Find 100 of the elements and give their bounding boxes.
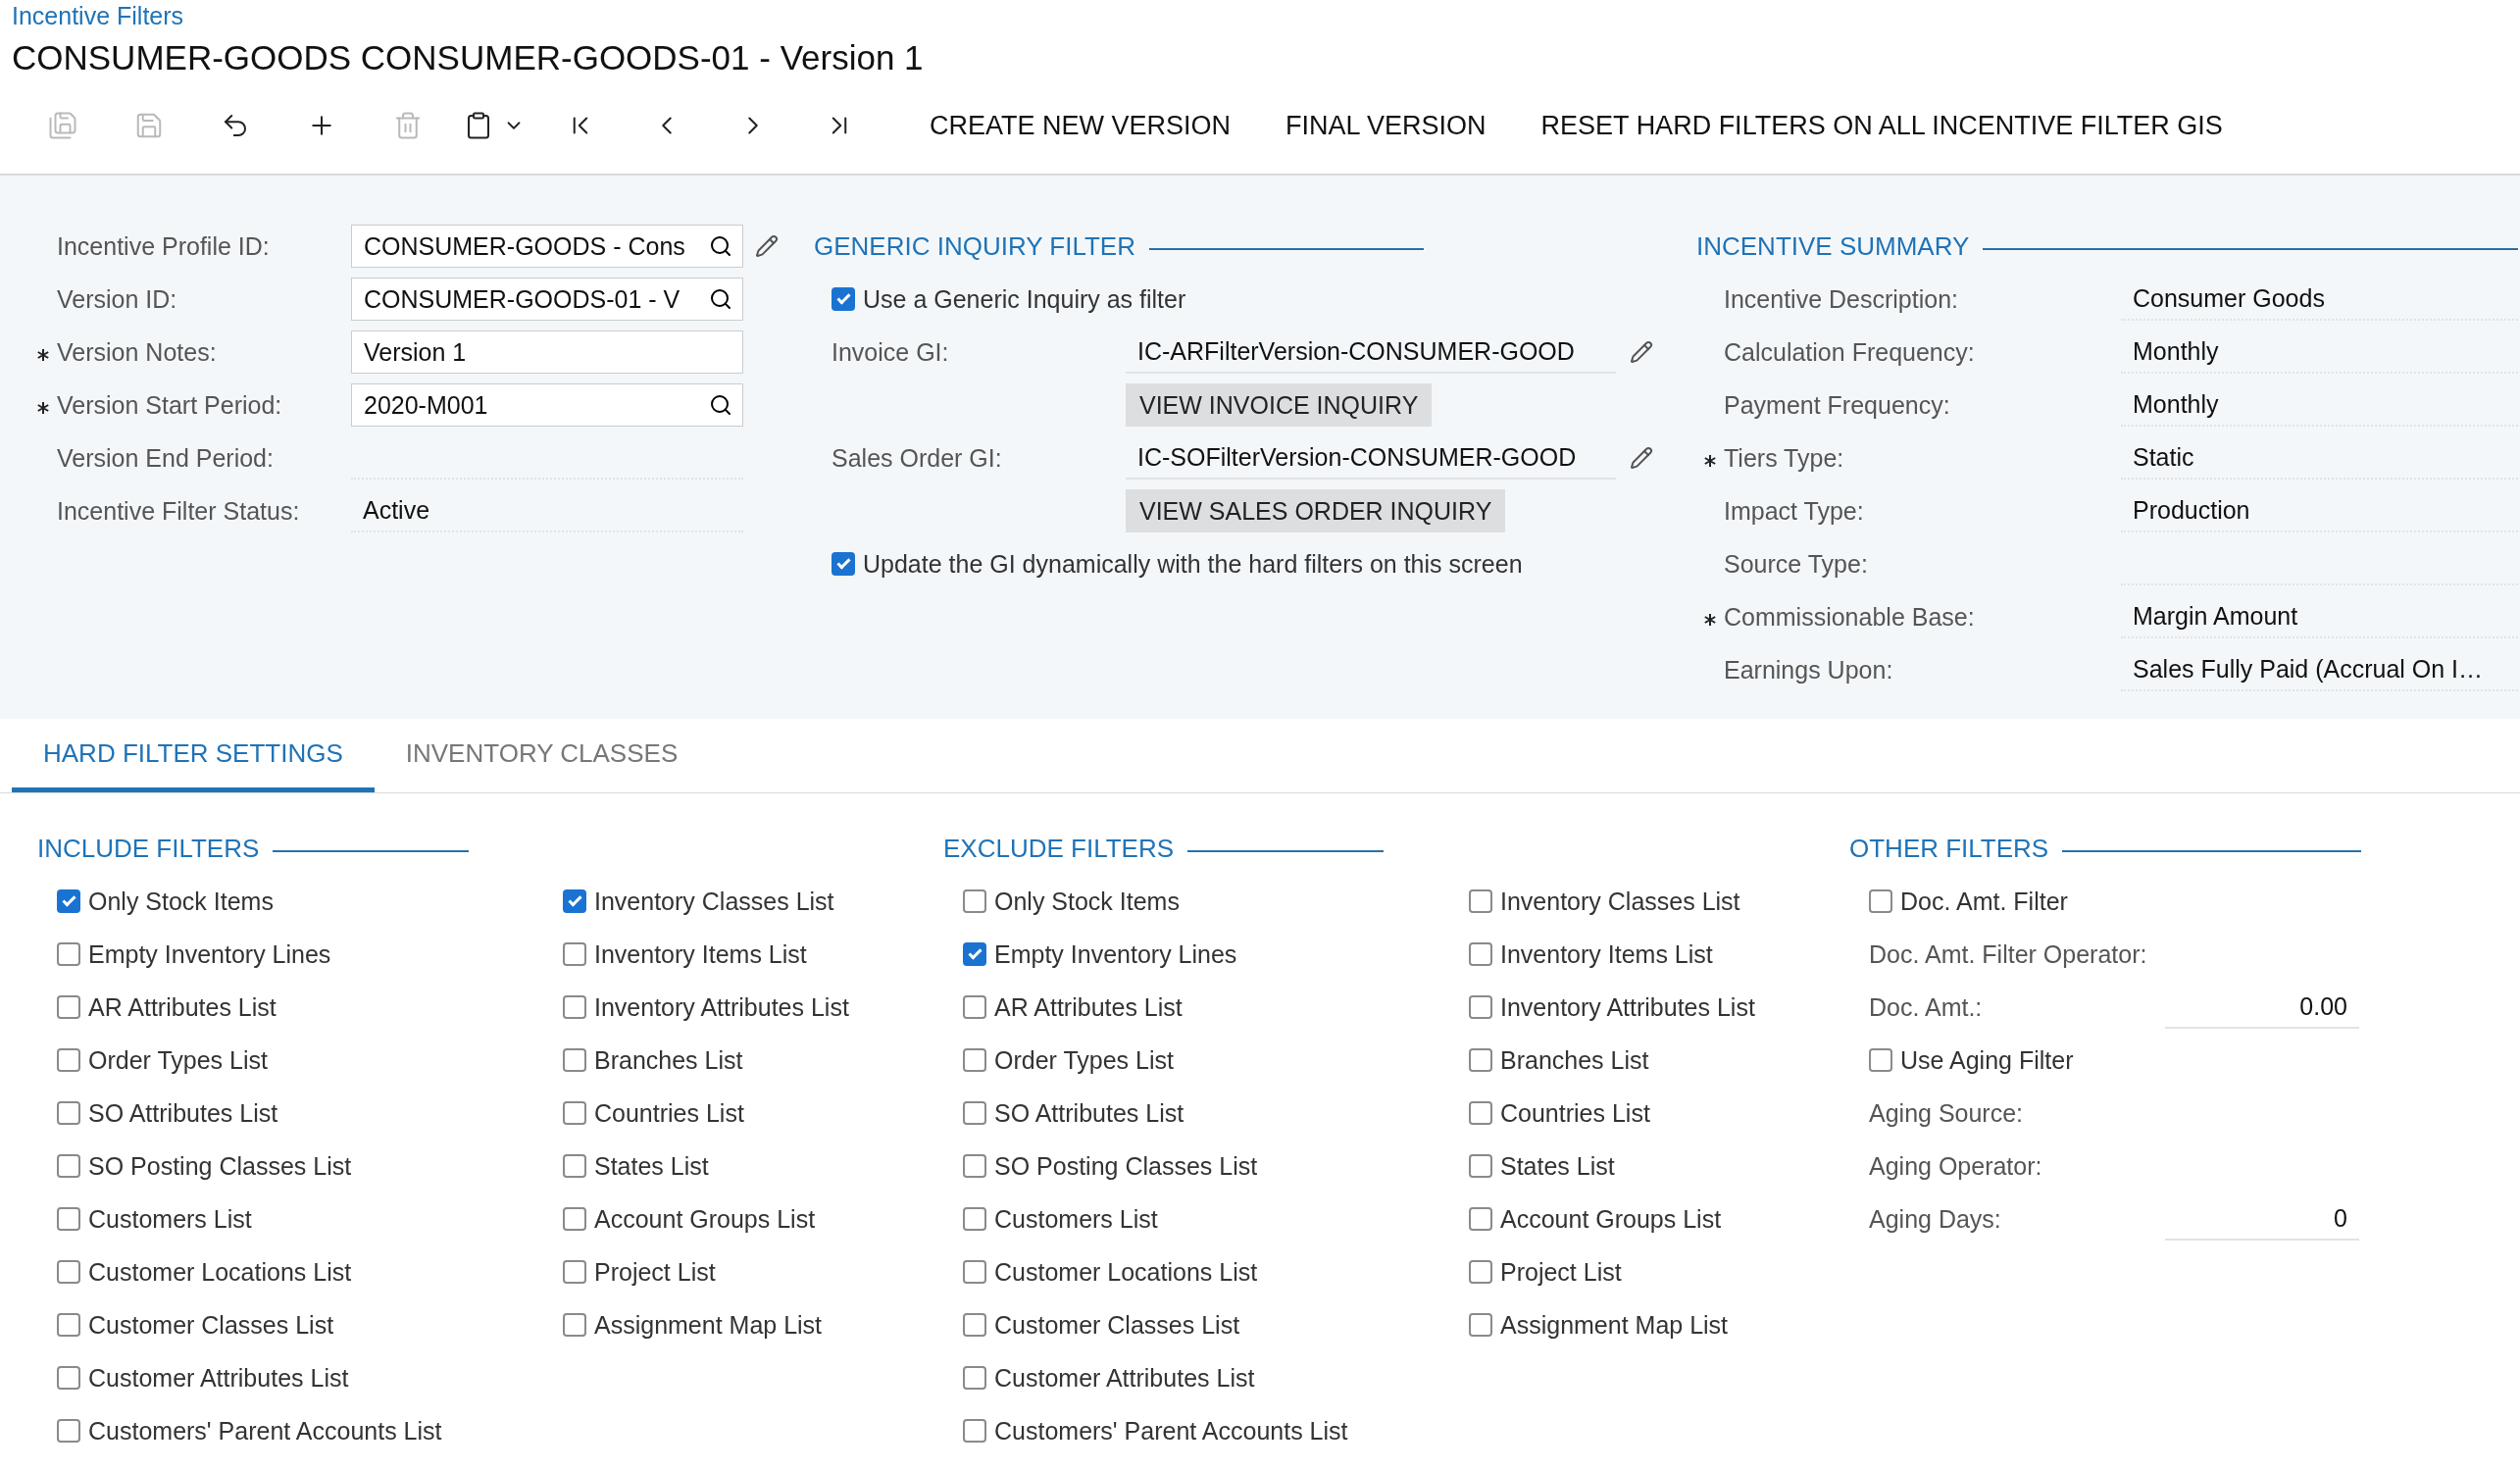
checkbox[interactable] — [963, 1260, 986, 1284]
checkbox-label: Customers List — [88, 1204, 252, 1234]
action-button[interactable]: RESET HARD FILTERS ON ALL INCENTIVE FILTER GIS — [1513, 100, 2250, 151]
action-button[interactable]: CREATE NEW VERSION — [902, 100, 1259, 151]
view-inquiry-button[interactable]: VIEW SALES ORDER INQUIRY — [1126, 489, 1506, 533]
checkbox[interactable] — [57, 1366, 80, 1390]
checkbox-label: Project List — [1500, 1257, 1622, 1287]
checkbox[interactable] — [963, 942, 986, 966]
field-label: Aging Operator: — [1869, 1151, 2043, 1181]
input-field[interactable]: IC-ARFilterVersion-CONSUMER-GOOD — [1126, 330, 1616, 374]
field-value: Static — [2133, 442, 2194, 472]
checkbox[interactable] — [57, 995, 80, 1019]
checkbox-label: Assignment Map List — [1500, 1310, 1729, 1340]
checkbox-label: Empty Inventory Lines — [994, 939, 1237, 969]
checkbox[interactable] — [57, 1313, 80, 1337]
number-field[interactable]: 0.00 — [2165, 986, 2359, 1029]
checkbox[interactable] — [1469, 1048, 1492, 1072]
input-field[interactable]: 2020-M001 — [351, 383, 743, 427]
checkbox-label: Customer Locations List — [994, 1257, 1258, 1287]
checkbox[interactable] — [963, 995, 986, 1019]
checkbox[interactable] — [57, 889, 80, 913]
checkbox[interactable] — [963, 1154, 986, 1178]
checkbox[interactable] — [1469, 1154, 1492, 1178]
search-icon[interactable] — [709, 234, 732, 258]
field-label: Version End Period: — [57, 443, 275, 473]
checkbox-label: Doc. Amt. Filter — [1900, 887, 2068, 916]
checkbox-label: Assignment Map List — [594, 1310, 823, 1340]
checkbox[interactable] — [1469, 1207, 1492, 1231]
checkbox[interactable] — [57, 1101, 80, 1125]
checkbox[interactable] — [963, 889, 986, 913]
checkbox[interactable] — [563, 1207, 586, 1231]
input-field[interactable]: Version 1 — [351, 330, 743, 374]
input-field[interactable]: CONSUMER-GOODS-01 - V — [351, 278, 743, 321]
checkbox[interactable] — [963, 1101, 986, 1125]
search-icon[interactable] — [709, 393, 732, 417]
checkbox[interactable] — [1469, 1260, 1492, 1284]
tab[interactable]: INVENTORY CLASSES — [374, 719, 710, 792]
checkbox[interactable] — [832, 287, 855, 311]
checkbox[interactable] — [57, 942, 80, 966]
checkbox[interactable] — [563, 1154, 586, 1178]
checkbox-label: Customer Locations List — [88, 1257, 352, 1287]
checkbox[interactable] — [563, 1313, 586, 1337]
pencil-icon[interactable] — [1630, 340, 1653, 364]
field-label: Payment Frequency: — [1724, 390, 1951, 420]
checkbox[interactable] — [1869, 889, 1892, 913]
section-title: GENERIC INQUIRY FILTER — [814, 230, 1135, 262]
checkbox[interactable] — [963, 1419, 986, 1443]
checkbox-label: Customer Attributes List — [88, 1363, 349, 1393]
checkbox-label: States List — [594, 1151, 709, 1181]
checkbox-label: Countries List — [1500, 1098, 1650, 1128]
field-label: Sales Order GI: — [832, 443, 1003, 473]
field-label: Calculation Frequency: — [1724, 337, 1976, 367]
field-value: Active — [363, 495, 430, 525]
checkbox[interactable] — [563, 1260, 586, 1284]
checkbox[interactable] — [832, 552, 855, 576]
checkbox[interactable] — [1469, 1101, 1492, 1125]
checkbox[interactable] — [1869, 1048, 1892, 1072]
checkbox[interactable] — [57, 1260, 80, 1284]
checkbox[interactable] — [963, 1207, 986, 1231]
checkbox[interactable] — [563, 889, 586, 913]
checkbox-label: Use a Generic Inquiry as filter — [863, 284, 1186, 314]
checkbox[interactable] — [1469, 1313, 1492, 1337]
field-label: Incentive Description: — [1724, 284, 1959, 314]
checkbox-label: Customer Attributes List — [994, 1363, 1255, 1393]
breadcrumb-link[interactable]: Incentive Filters — [12, 2, 184, 30]
field-value: Monthly — [2133, 336, 2219, 366]
field-label: Earnings Upon: — [1724, 655, 1894, 685]
search-icon[interactable] — [709, 287, 732, 311]
field-value: Monthly — [2133, 389, 2219, 419]
input-field[interactable]: CONSUMER-GOODS - Cons — [351, 225, 743, 268]
input-field[interactable]: IC-SOFilterVersion-CONSUMER-GOOD — [1126, 436, 1616, 480]
checkbox[interactable] — [563, 995, 586, 1019]
action-button[interactable]: FINAL VERSION — [1258, 100, 1514, 151]
checkbox-label: SO Attributes List — [88, 1098, 278, 1128]
checkbox[interactable] — [563, 1048, 586, 1072]
checkbox-label: Customers' Parent Accounts List — [994, 1416, 1348, 1446]
checkbox[interactable] — [963, 1313, 986, 1337]
field-label: Version Start Period: — [57, 390, 283, 420]
checkbox[interactable] — [57, 1048, 80, 1072]
checkbox[interactable] — [1469, 942, 1492, 966]
pencil-icon[interactable] — [755, 234, 779, 258]
checkbox[interactable] — [1469, 995, 1492, 1019]
checkbox-label: States List — [1500, 1151, 1615, 1181]
pencil-icon[interactable] — [1630, 446, 1653, 470]
checkbox-label: Order Types List — [88, 1045, 268, 1075]
checkbox[interactable] — [963, 1048, 986, 1072]
checkbox[interactable] — [1469, 889, 1492, 913]
field-label: Aging Days: — [1869, 1204, 2002, 1234]
checkbox-label: Update the GI dynamically with the hard filters on this screen — [863, 549, 1523, 579]
checkbox[interactable] — [57, 1154, 80, 1178]
checkbox[interactable] — [57, 1207, 80, 1231]
number-field[interactable]: 0 — [2165, 1197, 2359, 1241]
save-icon — [134, 111, 164, 140]
tab[interactable]: HARD FILTER SETTINGS — [12, 719, 375, 792]
view-inquiry-button[interactable]: VIEW INVOICE INQUIRY — [1126, 383, 1433, 427]
checkbox[interactable] — [57, 1419, 80, 1443]
checkbox[interactable] — [563, 1101, 586, 1125]
field-value: Sales Fully Paid (Accrual On I… — [2133, 654, 2484, 684]
checkbox[interactable] — [963, 1366, 986, 1390]
checkbox[interactable] — [563, 942, 586, 966]
